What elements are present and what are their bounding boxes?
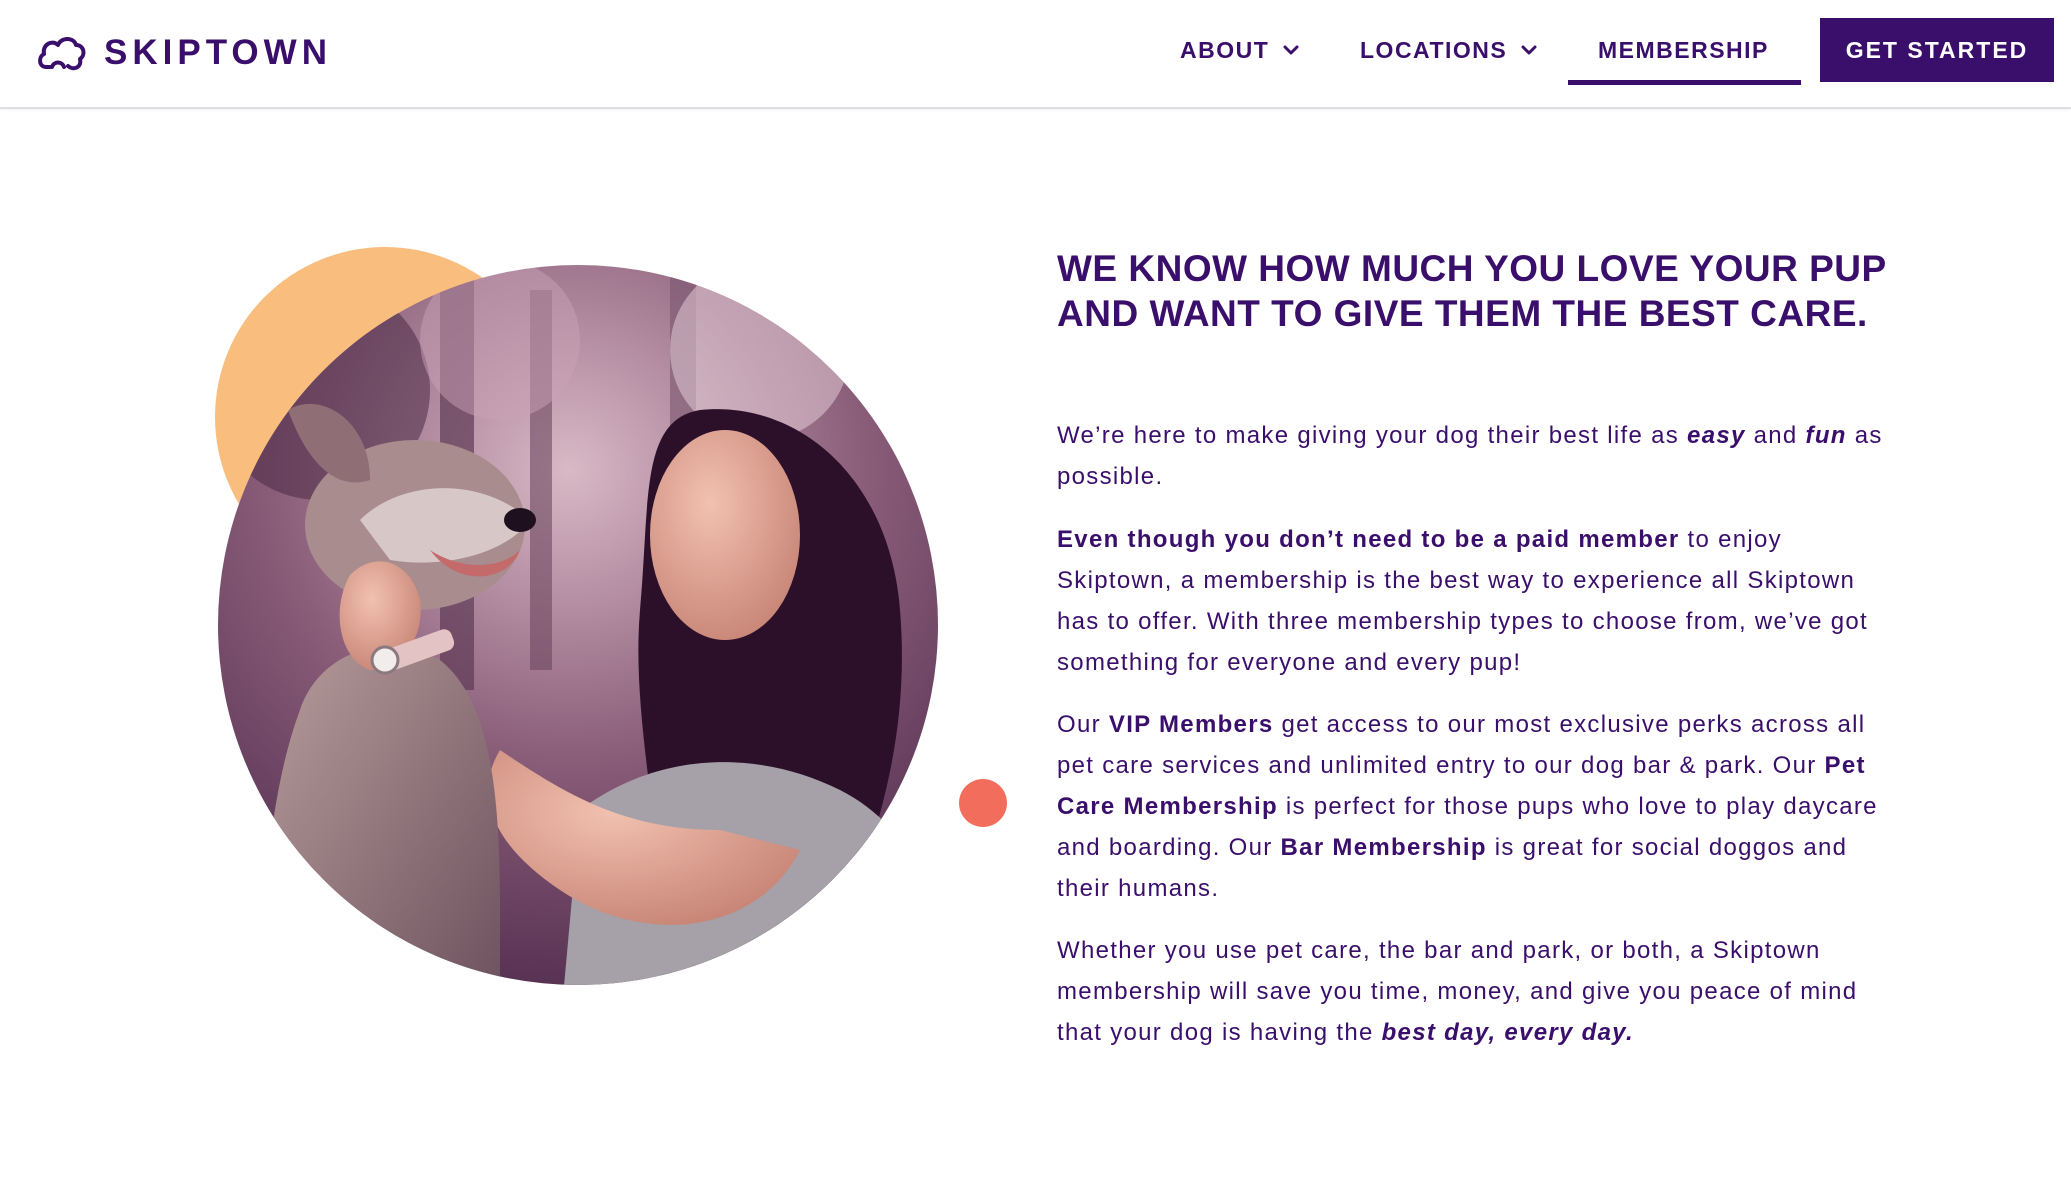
- nav-about-label: ABOUT: [1180, 36, 1270, 63]
- membership-intro-paragraph: Even though you don’t need to be a paid …: [1057, 519, 1897, 683]
- nav-active-indicator: [1568, 80, 1801, 85]
- intro-text-1: We’re here to make giving your dog their…: [1057, 422, 1688, 449]
- paw-cloud-logo-icon: [38, 37, 86, 71]
- get-started-button[interactable]: GET STARTED: [1820, 18, 2054, 82]
- nav-locations-label: LOCATIONS: [1360, 36, 1508, 63]
- nav-about[interactable]: ABOUT: [1180, 0, 1299, 100]
- chevron-down-icon: [1283, 45, 1299, 55]
- nav-membership-label: MEMBERSHIP: [1598, 36, 1769, 63]
- brand-name: SKIPTOWN: [104, 33, 332, 72]
- page-headline: WE KNOW HOW MUCH YOU LOVE YOUR PUP AND W…: [1057, 248, 1886, 334]
- site-header: SKIPTOWN ABOUT LOCATIONS MEMBERSHIP GET …: [0, 0, 2071, 109]
- types-text-1: Our: [1057, 711, 1109, 738]
- closing-paragraph: Whether you use pet care, the bar and pa…: [1057, 930, 1897, 1053]
- intro-paragraph: We’re here to make giving your dog their…: [1057, 415, 1897, 497]
- coral-dot: [959, 779, 1007, 827]
- nav-locations[interactable]: LOCATIONS: [1360, 0, 1537, 100]
- intro-emphasis-easy: easy: [1687, 422, 1746, 449]
- chevron-down-icon: [1521, 45, 1537, 55]
- membership-types-paragraph: Our VIP Members get access to our most e…: [1057, 704, 1897, 909]
- hero-illustration: [215, 247, 1007, 985]
- vip-members-highlight: VIP Members: [1108, 711, 1274, 738]
- paid-member-highlight: Even though you don’t need to be a paid …: [1057, 526, 1680, 553]
- best-day-every-day-emphasis: best day, every day.: [1381, 1019, 1634, 1046]
- bar-membership-highlight: Bar Membership: [1280, 834, 1487, 861]
- intro-emphasis-fun: fun: [1805, 422, 1847, 449]
- intro-text-2: and: [1745, 422, 1806, 449]
- logo-link[interactable]: SKIPTOWN: [36, 30, 332, 76]
- nav-membership[interactable]: MEMBERSHIP: [1598, 0, 1769, 100]
